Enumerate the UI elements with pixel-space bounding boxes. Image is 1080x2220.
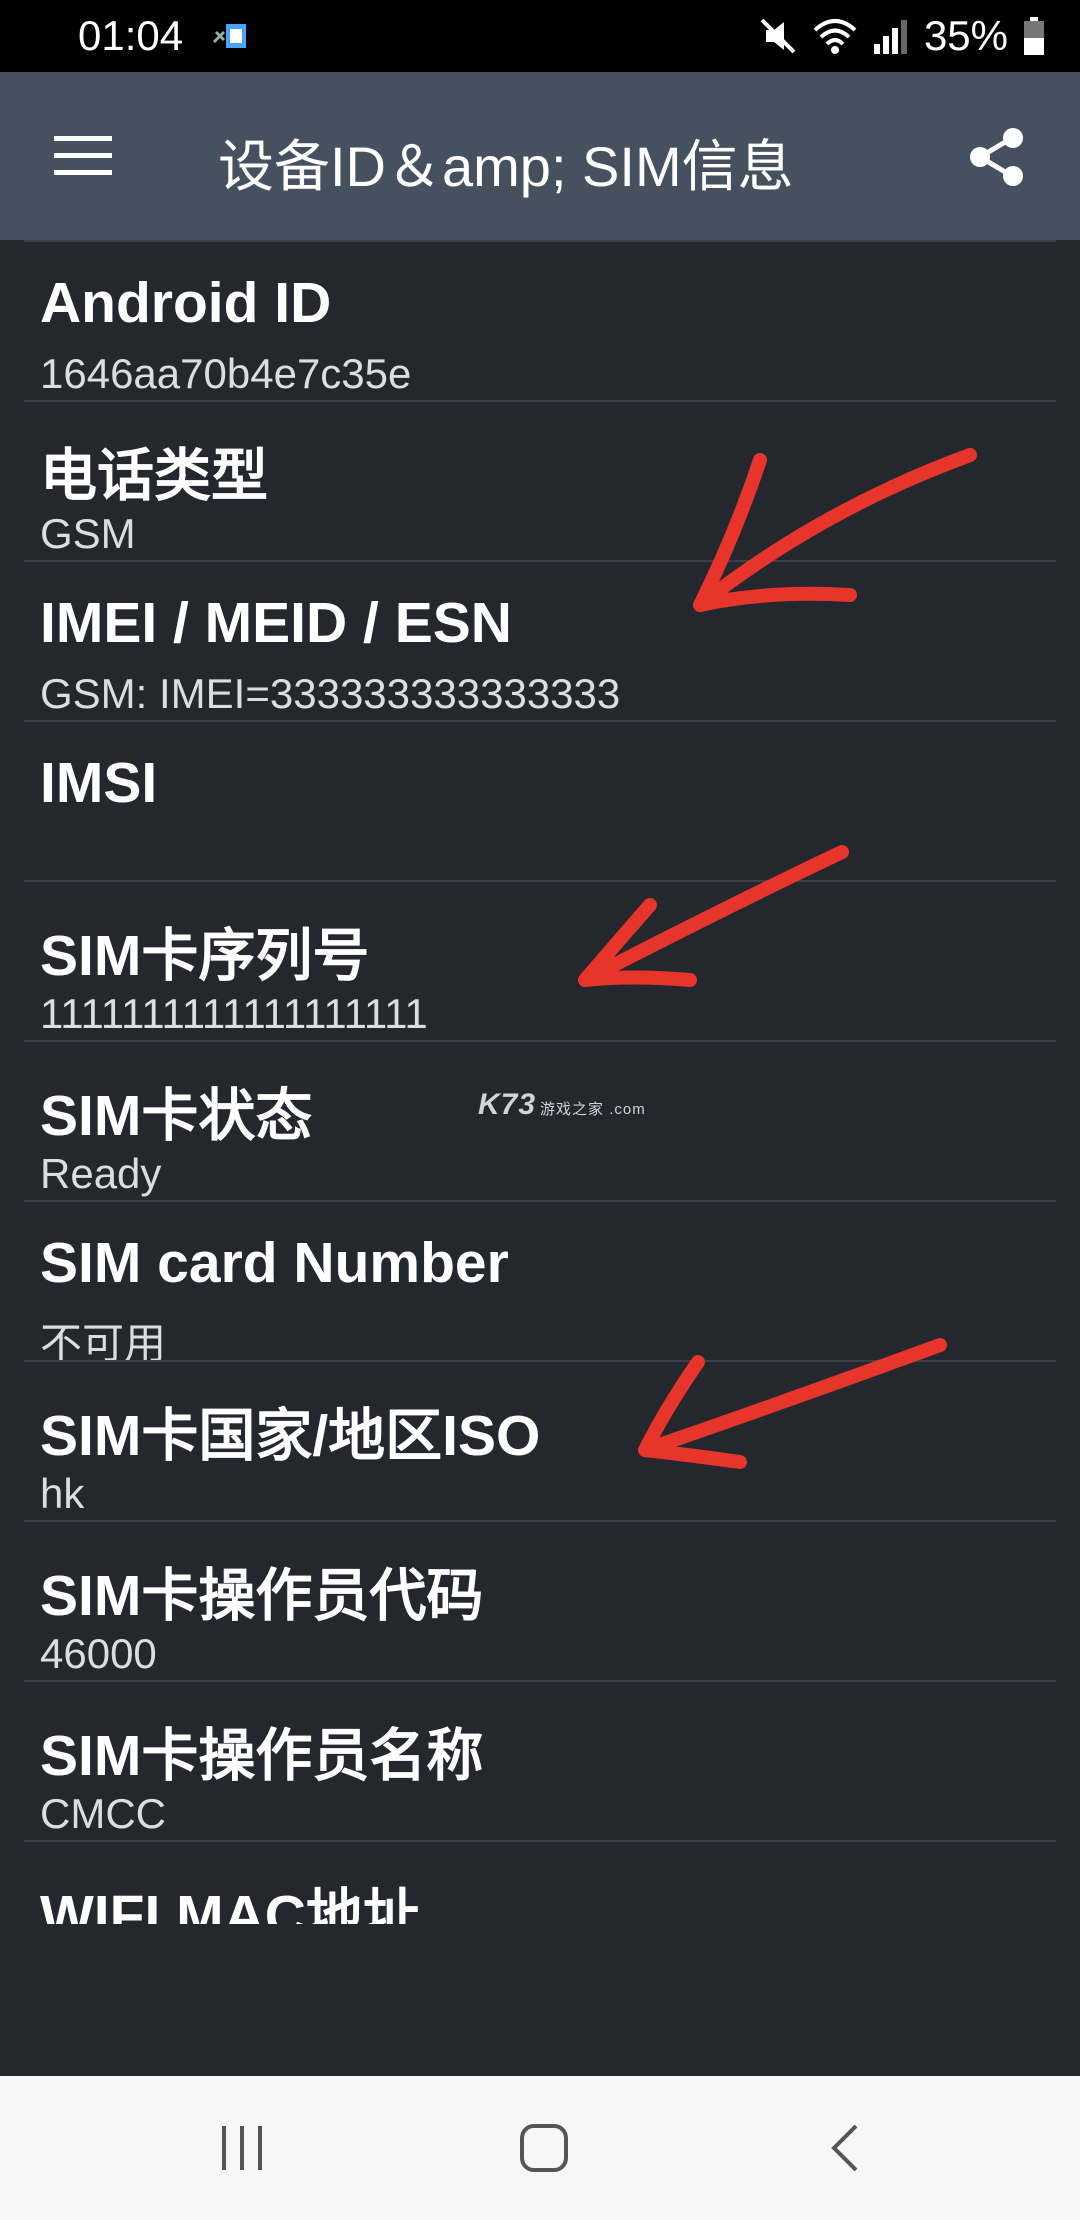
list-item[interactable]: SIM卡国家/地区ISO hk — [24, 1360, 1056, 1522]
item-value: Ready — [40, 1150, 162, 1197]
item-label: SIM卡状态 — [40, 1084, 313, 1148]
list-item[interactable]: Android ID 1646aa70b4e7c35e — [24, 240, 1056, 402]
watermark-main: K73 — [478, 1088, 537, 1121]
item-value: 1646aa70b4e7c35e — [40, 350, 412, 397]
item-label: IMSI — [40, 751, 158, 815]
status-time: 01:04 — [78, 12, 184, 59]
item-value: 1111111111111111111 — [40, 990, 428, 1037]
list-item[interactable]: SIM卡操作员代码 46000 — [24, 1520, 1056, 1682]
item-label: IMEI / MEID / ESN — [40, 591, 512, 655]
page-title: 设备ID＆amp; SIM信息 — [218, 135, 794, 198]
item-label: Android ID — [40, 271, 332, 335]
battery-percent: 35% — [923, 12, 1008, 59]
watermark: K73 游戏之家 .com — [478, 1088, 646, 1122]
navigation-bar — [0, 2076, 1080, 2220]
watermark-sub: 游戏之家 .com — [540, 1101, 646, 1118]
item-label: 电话类型 — [40, 444, 268, 508]
mute-icon — [760, 18, 796, 54]
item-label: SIM card Number — [40, 1231, 509, 1295]
status-icons: 35% — [758, 10, 1046, 62]
item-value: hk — [40, 1470, 85, 1517]
battery-icon — [1024, 17, 1044, 55]
list-item[interactable]: SIM卡序列号 1111111111111111111 — [24, 880, 1056, 1042]
list-item[interactable]: IMSI — [24, 720, 1056, 882]
item-label: SIM卡国家/地区ISO — [40, 1404, 541, 1468]
list-item[interactable]: WIFI MAC地址 — [24, 1840, 1056, 1924]
item-value: GSM: IMEI=333333333333333 — [40, 670, 621, 717]
back-icon[interactable] — [816, 2116, 880, 2180]
list-item[interactable]: SIM卡操作员名称 CMCC — [24, 1680, 1056, 1842]
list-item[interactable]: IMEI / MEID / ESN GSM: IMEI=3333333333333… — [24, 560, 1056, 722]
status-bar: 01:04 35% — [0, 0, 1080, 72]
home-icon[interactable] — [512, 2116, 576, 2180]
item-label: WIFI MAC地址 — [40, 1884, 420, 1924]
item-value: CMCC — [40, 1790, 166, 1837]
info-list[interactable]: Android ID 1646aa70b4e7c35e 电话类型 GSM IMEI / … — [0, 240, 1080, 1924]
wifi-icon — [813, 19, 857, 54]
item-label: SIM卡序列号 — [40, 924, 370, 988]
signal-icon — [873, 20, 907, 54]
item-label: SIM卡操作员代码 — [40, 1564, 484, 1628]
hamburger-menu-icon[interactable] — [52, 134, 116, 178]
item-label: SIM卡操作员名称 — [40, 1724, 484, 1788]
item-value: 46000 — [40, 1630, 157, 1677]
item-value: GSM — [40, 510, 136, 557]
recent-apps-icon[interactable] — [210, 2116, 274, 2180]
list-item[interactable]: SIM card Number 不可用 — [24, 1200, 1056, 1367]
share-icon[interactable] — [966, 126, 1028, 188]
app-bar: 设备ID＆amp; SIM信息 — [0, 72, 1080, 240]
list-item[interactable]: 电话类型 GSM — [24, 400, 1056, 562]
notification-icon — [212, 24, 246, 48]
